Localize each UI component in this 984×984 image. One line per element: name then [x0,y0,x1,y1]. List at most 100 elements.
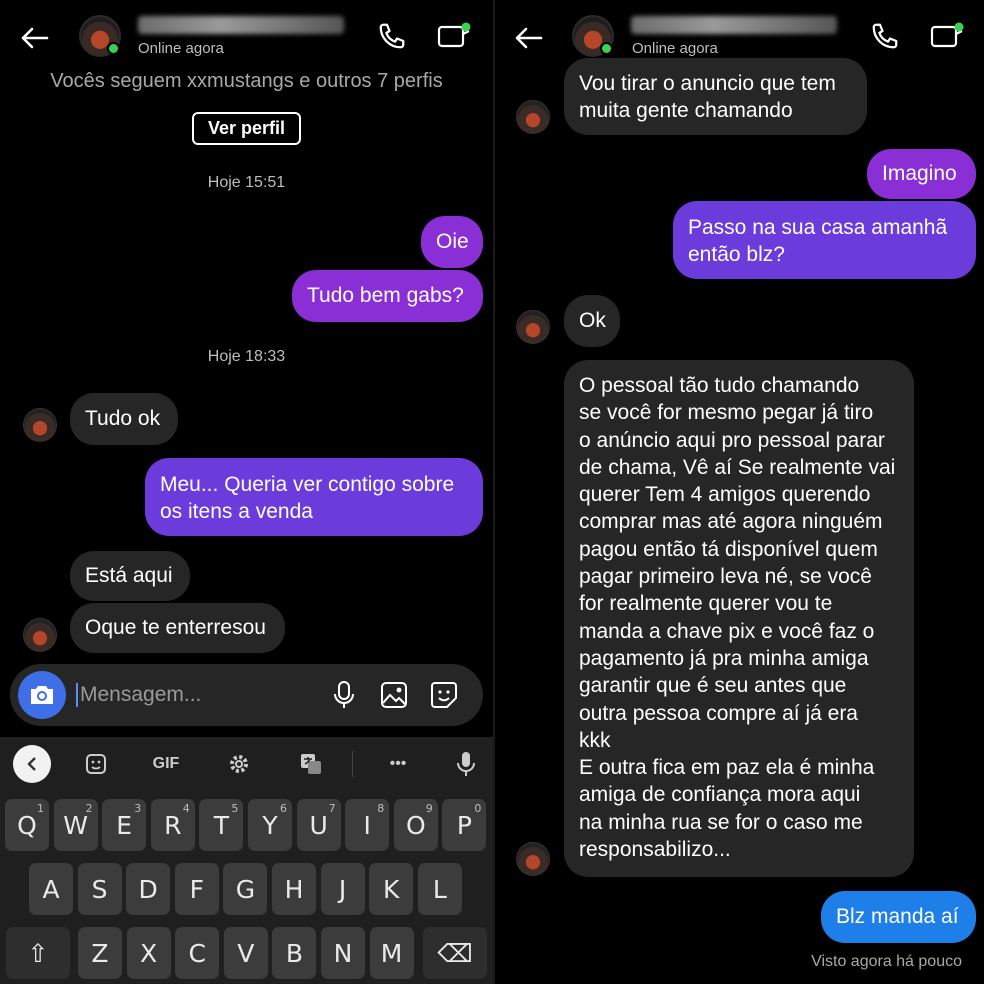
key-letter: O [405,810,426,840]
chat-panel-right: Online agora Vou tirar o anuncio que tem… [495,0,984,984]
key-number-hint: 7 [328,802,336,815]
mutual-follows-text: Vocês seguem xxmustangs e outros 7 perfi… [50,70,443,92]
key-number-hint: 5 [231,802,239,815]
message-input[interactable]: Mensagem... [76,683,201,707]
more-options-icon[interactable]: ••• [380,749,416,779]
key-t[interactable]: T5 [199,799,244,851]
timestamp: Hoje 15:51 [207,174,286,191]
key-letter: T [213,810,230,840]
key-letter: I [363,810,371,840]
key-v[interactable]: V [223,927,268,979]
key-number-hint: 6 [280,802,287,815]
shift-key[interactable]: ⇧ [6,927,70,979]
message-incoming[interactable]: Tudo ok [70,393,178,445]
message-outgoing[interactable]: Imagino [867,149,976,199]
key-x[interactable]: X [126,927,171,979]
key-q[interactable]: Q1 [5,799,49,851]
key-j[interactable]: J [320,863,365,915]
online-status: Online agora [138,40,224,57]
key-letter: U [309,810,328,840]
key-letter: R [164,810,182,840]
video-call-icon[interactable] [927,18,967,54]
microphone-icon[interactable] [328,679,360,711]
online-indicator [107,42,120,55]
key-u[interactable]: U7 [296,799,341,851]
key-k[interactable]: K [369,863,414,915]
message-composer: Mensagem... [10,664,483,726]
chat-panel-left: Online agora Vocês seguem xxmustangs e o… [0,0,493,984]
sender-avatar[interactable] [516,842,550,876]
key-i[interactable]: I8 [345,799,390,851]
key-a[interactable]: A [29,863,73,915]
sender-avatar[interactable] [516,100,550,134]
collapse-back-icon[interactable] [13,745,51,783]
back-arrow-icon[interactable] [16,22,52,54]
key-c[interactable]: C [175,927,220,979]
sticker-icon[interactable] [428,679,460,711]
key-m[interactable]: M [369,927,414,979]
key-h[interactable]: H [272,863,316,915]
message-incoming[interactable]: Oque te enterresou [70,603,285,653]
key-number-hint: 4 [182,802,190,815]
sender-avatar[interactable] [23,618,57,652]
toolbar-divider [352,751,353,777]
key-e[interactable]: E3 [102,799,147,851]
sender-avatar[interactable] [23,408,57,442]
sender-avatar[interactable] [516,310,550,344]
video-call-icon[interactable] [434,18,474,54]
virtual-keyboard: GIF ••• Q1W2E3R4T5Y6U7I8O9P0 ASDFGHJKL ⇧… [0,737,493,984]
contact-name-blurred[interactable] [631,16,837,34]
view-profile-button[interactable]: Ver perfil [192,112,301,145]
key-b[interactable]: B [272,927,317,979]
settings-gear-icon[interactable] [224,749,254,779]
key-y[interactable]: Y6 [248,799,292,851]
timestamp: Hoje 18:33 [207,348,286,365]
message-incoming[interactable]: Vou tirar o anuncio que tem muita gente … [564,58,867,135]
message-incoming[interactable]: Está aqui [70,551,190,601]
gallery-icon[interactable] [378,679,410,711]
voice-input-icon[interactable] [452,749,480,779]
key-letter: Y [262,810,278,840]
key-letter: W [63,810,88,840]
key-g[interactable]: G [223,863,268,915]
keyboard-toolbar: GIF ••• [0,737,493,793]
key-l[interactable]: L [417,863,462,915]
key-letter: E [116,810,133,840]
key-r[interactable]: R4 [150,799,195,851]
message-incoming[interactable]: Ok [564,295,620,347]
camera-icon[interactable] [18,671,66,719]
message-outgoing[interactable]: Blz manda aí [821,891,976,943]
backspace-key[interactable]: ⌫ [423,927,487,979]
seen-status: Visto agora há pouco [811,953,962,970]
key-z[interactable]: Z [78,927,122,979]
key-f[interactable]: F [174,863,219,915]
key-number-hint: 1 [37,802,44,815]
message-outgoing[interactable]: Passo na sua casa amanhã então blz? [673,201,976,279]
emoji-sticker-icon[interactable] [82,749,110,779]
key-number-hint: 0 [474,802,482,815]
key-s[interactable]: S [77,863,122,915]
key-letter: P [456,810,472,840]
message-incoming[interactable]: O pessoal tão tudo chamando se você for … [564,360,914,877]
key-number-hint: 9 [425,802,433,815]
key-number-hint: 3 [134,802,142,815]
online-status: Online agora [632,40,718,57]
key-n[interactable]: N [321,927,365,979]
key-o[interactable]: O9 [393,799,438,851]
key-letter: Q [17,810,37,840]
key-p[interactable]: P0 [442,799,487,851]
online-indicator [600,42,613,55]
contact-name-blurred[interactable] [138,16,344,34]
translate-icon[interactable] [296,749,326,779]
message-outgoing[interactable]: Meu... Queria ver contigo sobre os itens… [145,458,483,536]
message-outgoing[interactable]: Tudo bem gabs? [292,270,483,322]
key-w[interactable]: W2 [53,799,98,851]
phone-call-icon[interactable] [867,18,903,54]
key-number-hint: 8 [377,802,385,815]
back-arrow-icon[interactable] [510,22,546,54]
phone-call-icon[interactable] [374,18,410,54]
key-number-hint: 2 [85,802,93,815]
gif-button[interactable]: GIF [146,751,186,777]
key-d[interactable]: D [126,863,171,915]
message-outgoing[interactable]: Oie [421,216,483,268]
